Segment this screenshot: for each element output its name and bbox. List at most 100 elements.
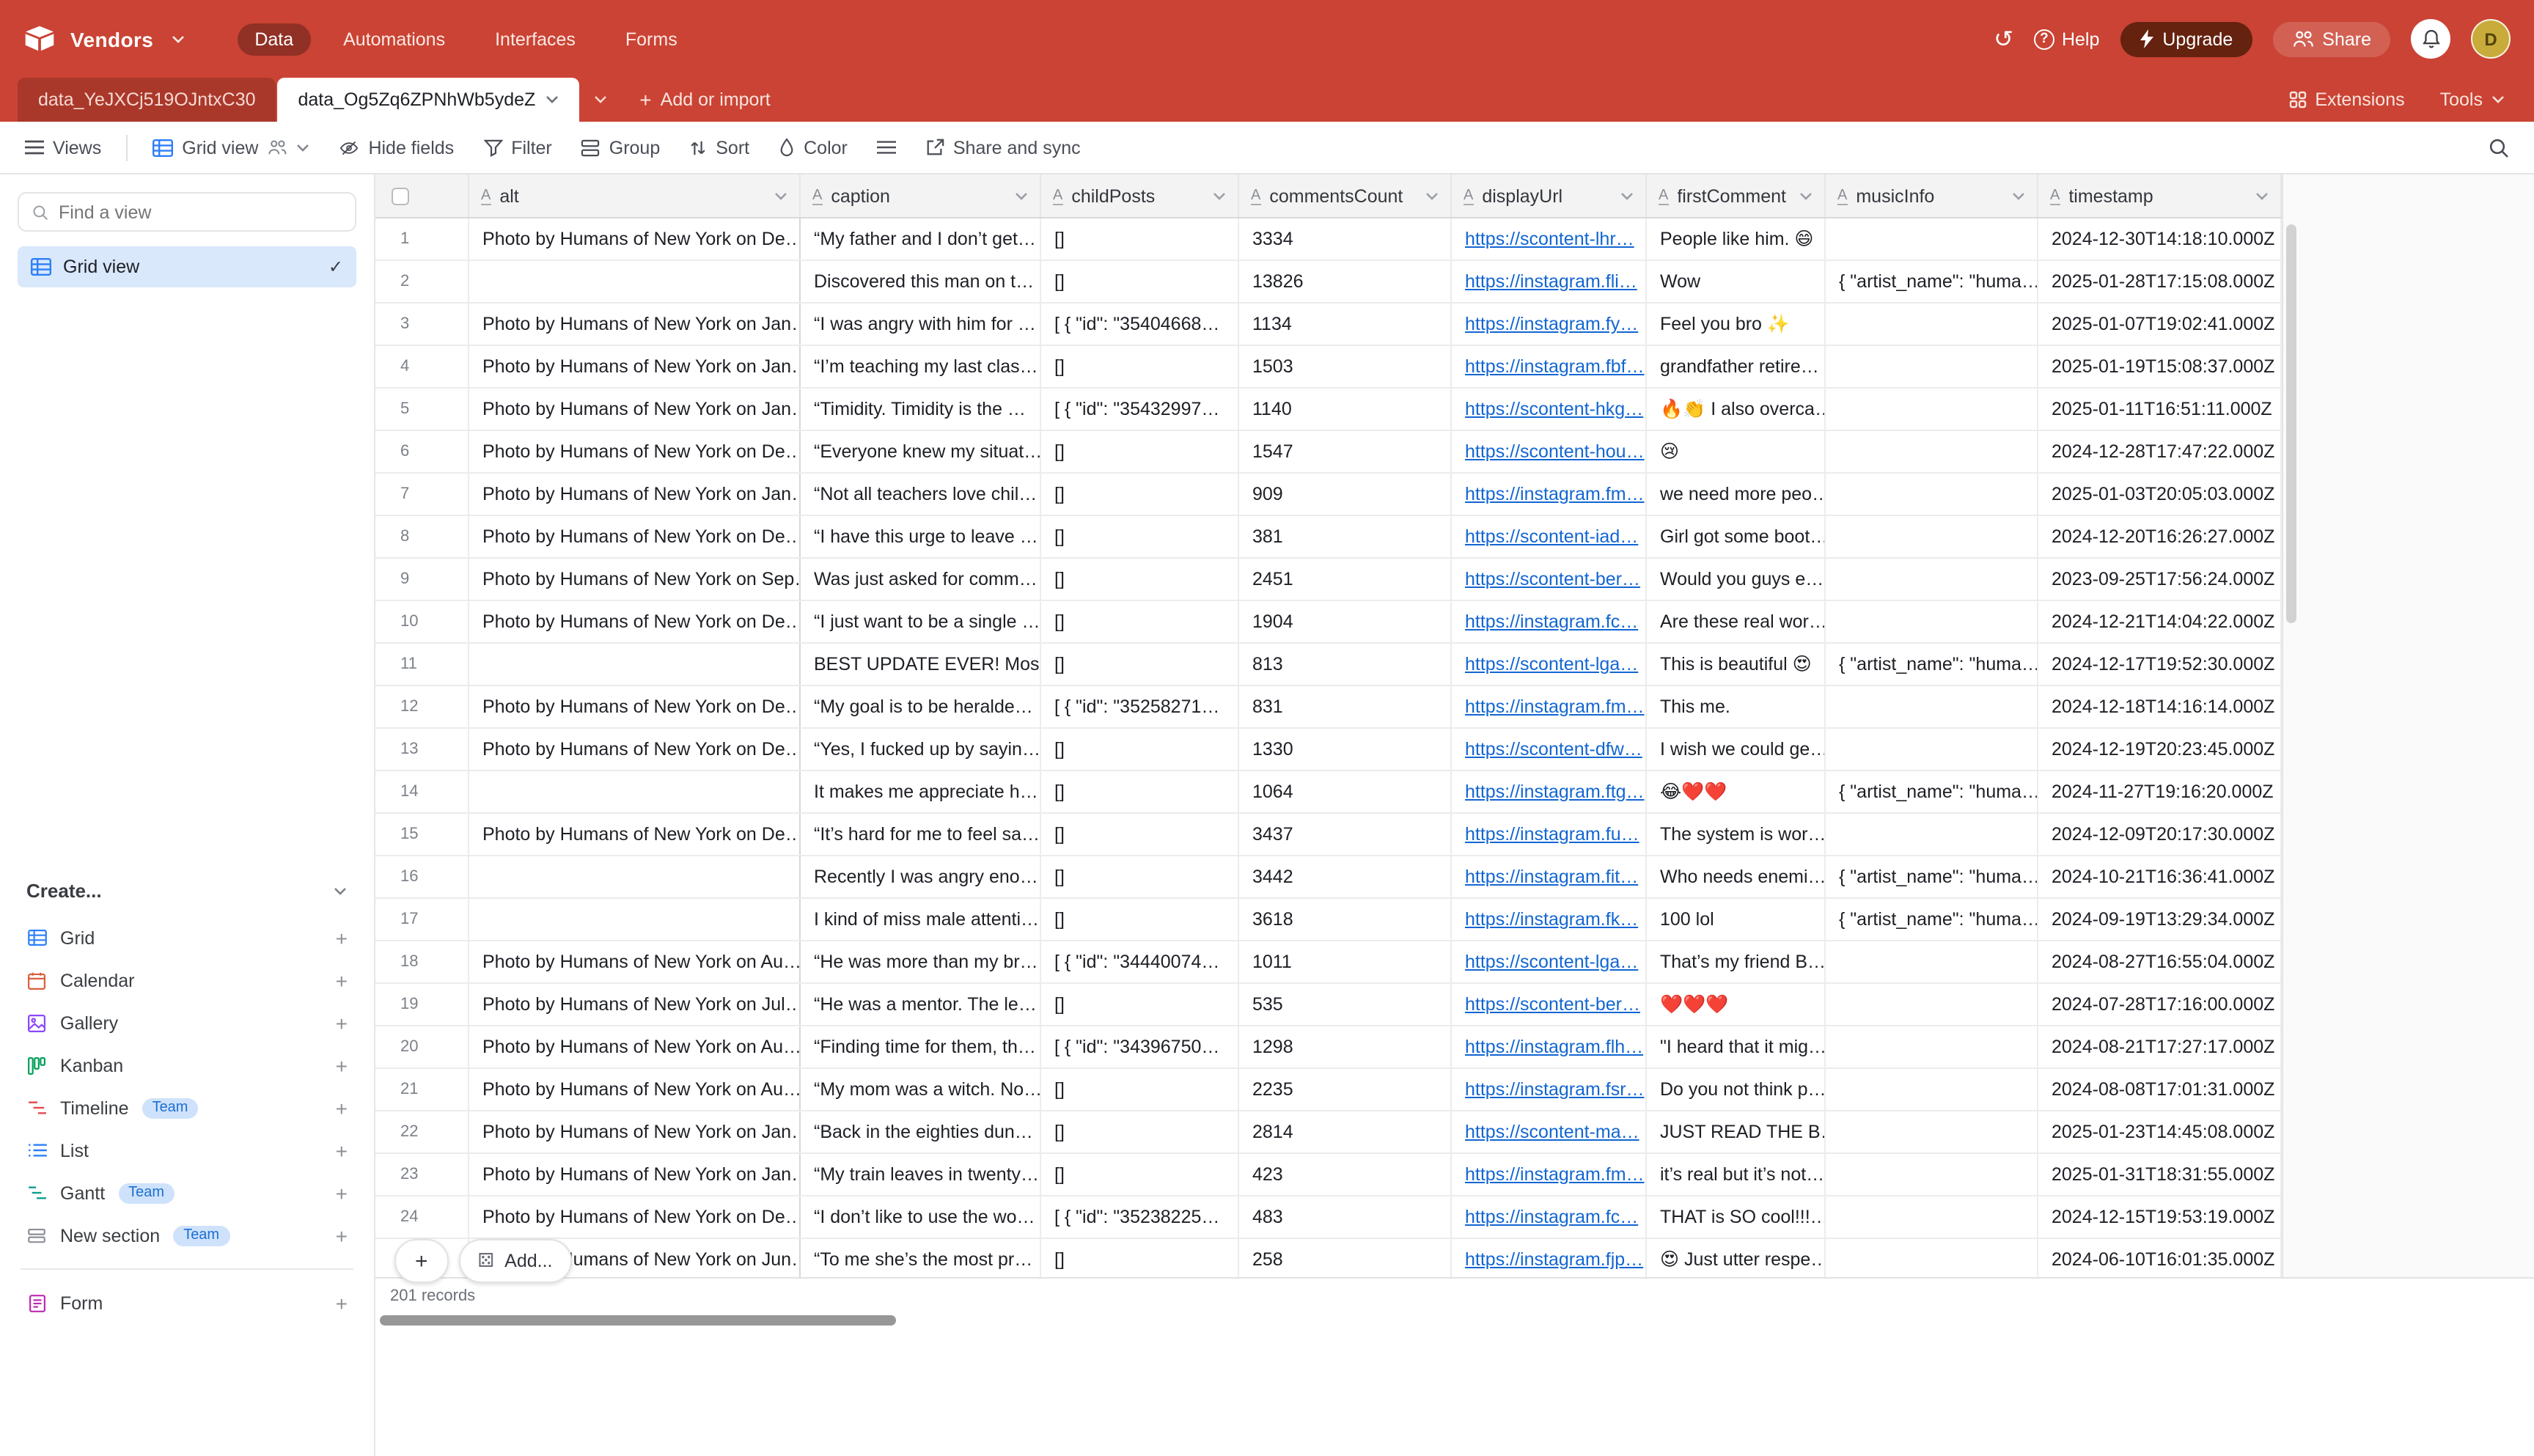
url-link[interactable]: https://instagram.flh… bbox=[1465, 1037, 1643, 1057]
add-view-icon[interactable]: + bbox=[336, 926, 348, 949]
cell-firstComment[interactable]: it’s real but it’s not… bbox=[1647, 1154, 1826, 1195]
url-link[interactable]: https://scontent-ber… bbox=[1465, 569, 1640, 589]
cell-childPosts[interactable]: [] bbox=[1041, 1239, 1239, 1277]
cell-firstComment[interactable]: THAT is SO cool!!!… bbox=[1647, 1196, 1826, 1238]
url-link[interactable]: https://scontent-lga… bbox=[1465, 952, 1638, 972]
add-view-icon[interactable]: + bbox=[336, 1054, 348, 1077]
cell-firstComment[interactable]: Feel you bro ✨ bbox=[1647, 304, 1826, 345]
url-link[interactable]: https://instagram.fk… bbox=[1465, 909, 1638, 930]
cell-firstComment[interactable]: 😂❤️❤️ bbox=[1647, 771, 1826, 812]
cell-timestamp[interactable]: 2024-12-15T19:53:19.000Z bbox=[2038, 1196, 2282, 1238]
cell-displayUrl[interactable]: https://instagram.fc… bbox=[1452, 1196, 1647, 1238]
cell-commentsCount[interactable]: 1298 bbox=[1239, 1026, 1452, 1067]
cell-childPosts[interactable]: [] bbox=[1041, 559, 1239, 600]
add-record-button[interactable]: + bbox=[394, 1239, 449, 1283]
create-item-timeline[interactable]: TimelineTeam+ bbox=[18, 1087, 356, 1129]
column-header-firstComment[interactable]: AfirstComment bbox=[1647, 174, 1826, 217]
add-view-icon[interactable]: + bbox=[336, 1291, 348, 1315]
cell-childPosts[interactable]: [] bbox=[1041, 474, 1239, 515]
cell-timestamp[interactable]: 2024-12-30T14:18:10.000Z bbox=[2038, 218, 2282, 260]
tools-button[interactable]: Tools bbox=[2425, 89, 2519, 110]
cell-childPosts[interactable]: [ { "id": "35404668… bbox=[1041, 304, 1239, 345]
url-link[interactable]: https://scontent-ma… bbox=[1465, 1122, 1639, 1142]
column-header-caption[interactable]: Acaption bbox=[801, 174, 1041, 217]
cell-timestamp[interactable]: 2025-01-19T15:08:37.000Z bbox=[2038, 346, 2282, 387]
cell-caption[interactable]: “It’s hard for me to feel sa… bbox=[801, 814, 1041, 855]
select-all-checkbox[interactable] bbox=[392, 187, 409, 205]
chevron-down-icon[interactable] bbox=[2012, 191, 2025, 200]
cell-caption[interactable]: Was just asked for comm… bbox=[801, 559, 1041, 600]
url-link[interactable]: https://scontent-hou… bbox=[1465, 441, 1645, 462]
cell-commentsCount[interactable]: 909 bbox=[1239, 474, 1452, 515]
cell-childPosts[interactable]: [] bbox=[1041, 1154, 1239, 1195]
app-tab-interfaces[interactable]: Interfaces bbox=[477, 23, 593, 55]
row-number[interactable]: 19 bbox=[375, 984, 469, 1025]
cell-firstComment[interactable]: we need more peo… bbox=[1647, 474, 1826, 515]
cell-caption[interactable]: “My train leaves in twenty… bbox=[801, 1154, 1041, 1195]
chevron-down-icon[interactable] bbox=[1425, 191, 1439, 200]
cell-alt[interactable] bbox=[469, 771, 801, 812]
cell-displayUrl[interactable]: https://scontent-ma… bbox=[1452, 1111, 1647, 1152]
row-number[interactable]: 6 bbox=[375, 431, 469, 472]
url-link[interactable]: https://instagram.fy… bbox=[1465, 314, 1638, 334]
cell-alt[interactable] bbox=[469, 261, 801, 302]
url-link[interactable]: https://instagram.fli… bbox=[1465, 271, 1637, 292]
add-view-icon[interactable]: + bbox=[336, 1096, 348, 1119]
cell-firstComment[interactable]: 🔥👏 I also overca… bbox=[1647, 389, 1826, 430]
cell-musicInfo[interactable] bbox=[1826, 601, 2038, 642]
cell-caption[interactable]: “He was a mentor. The le… bbox=[801, 984, 1041, 1025]
upgrade-button[interactable]: Upgrade bbox=[2120, 21, 2252, 56]
share-button[interactable]: Share bbox=[2272, 21, 2390, 56]
url-link[interactable]: https://scontent-ber… bbox=[1465, 994, 1640, 1015]
cell-caption[interactable]: It makes me appreciate h… bbox=[801, 771, 1041, 812]
cell-commentsCount[interactable]: 3334 bbox=[1239, 218, 1452, 260]
cell-musicInfo[interactable] bbox=[1826, 516, 2038, 557]
cell-alt[interactable] bbox=[469, 856, 801, 897]
cell-firstComment[interactable]: Girl got some boot… bbox=[1647, 516, 1826, 557]
cell-timestamp[interactable]: 2024-12-28T17:47:22.000Z bbox=[2038, 431, 2282, 472]
cell-displayUrl[interactable]: https://scontent-lhr… bbox=[1452, 218, 1647, 260]
find-view-search[interactable] bbox=[18, 192, 356, 232]
cell-firstComment[interactable]: Wow bbox=[1647, 261, 1826, 302]
cell-firstComment[interactable]: That’s my friend B… bbox=[1647, 941, 1826, 982]
cell-childPosts[interactable]: [] bbox=[1041, 899, 1239, 940]
url-link[interactable]: https://instagram.ftg… bbox=[1465, 782, 1645, 802]
filter-button[interactable]: Filter bbox=[470, 130, 565, 165]
cell-caption[interactable]: “Everyone knew my situat… bbox=[801, 431, 1041, 472]
cell-childPosts[interactable]: [] bbox=[1041, 1069, 1239, 1110]
cell-timestamp[interactable]: 2024-08-08T17:01:31.000Z bbox=[2038, 1069, 2282, 1110]
chevron-down-icon[interactable] bbox=[546, 95, 559, 104]
extensions-button[interactable]: Extensions bbox=[2274, 89, 2419, 110]
cell-musicInfo[interactable]: { "artist_name": "huma… bbox=[1826, 856, 2038, 897]
vertical-scrollbar[interactable] bbox=[2286, 224, 2296, 623]
url-link[interactable]: https://instagram.fit… bbox=[1465, 867, 1638, 887]
cell-timestamp[interactable]: 2024-12-17T19:52:30.000Z bbox=[2038, 644, 2282, 685]
cell-commentsCount[interactable]: 3442 bbox=[1239, 856, 1452, 897]
row-number[interactable]: 7 bbox=[375, 474, 469, 515]
cell-displayUrl[interactable]: https://instagram.fk… bbox=[1452, 899, 1647, 940]
cell-displayUrl[interactable]: https://instagram.fm… bbox=[1452, 686, 1647, 727]
cell-displayUrl[interactable]: https://scontent-lga… bbox=[1452, 644, 1647, 685]
color-button[interactable]: Color bbox=[765, 130, 861, 165]
url-link[interactable]: https://instagram.fm… bbox=[1465, 484, 1645, 504]
cell-musicInfo[interactable] bbox=[1826, 1239, 2038, 1277]
add-view-icon[interactable]: + bbox=[336, 1011, 348, 1034]
cell-childPosts[interactable]: [] bbox=[1041, 729, 1239, 770]
sort-button[interactable]: Sort bbox=[676, 130, 763, 165]
add-or-import-button[interactable]: + Add or import bbox=[622, 78, 787, 122]
base-name[interactable]: Vendors bbox=[70, 27, 153, 51]
cell-alt[interactable]: Photo by Humans of New York on De… bbox=[469, 431, 801, 472]
cell-firstComment[interactable]: People like him. 😄 bbox=[1647, 218, 1826, 260]
cell-childPosts[interactable]: [ { "id": "35238225… bbox=[1041, 1196, 1239, 1238]
cell-musicInfo[interactable] bbox=[1826, 686, 2038, 727]
cell-displayUrl[interactable]: https://instagram.fm… bbox=[1452, 474, 1647, 515]
cell-displayUrl[interactable]: https://instagram.flh… bbox=[1452, 1026, 1647, 1067]
cell-commentsCount[interactable]: 423 bbox=[1239, 1154, 1452, 1195]
url-link[interactable]: https://instagram.fu… bbox=[1465, 824, 1639, 845]
share-and-sync-button[interactable]: Share and sync bbox=[912, 130, 1094, 165]
chevron-down-icon[interactable] bbox=[1620, 191, 1634, 200]
row-number[interactable]: 24 bbox=[375, 1196, 469, 1238]
select-all-cell[interactable] bbox=[375, 174, 469, 217]
grid-view-switcher[interactable]: Grid view bbox=[139, 130, 323, 165]
column-header-displayUrl[interactable]: AdisplayUrl bbox=[1452, 174, 1647, 217]
